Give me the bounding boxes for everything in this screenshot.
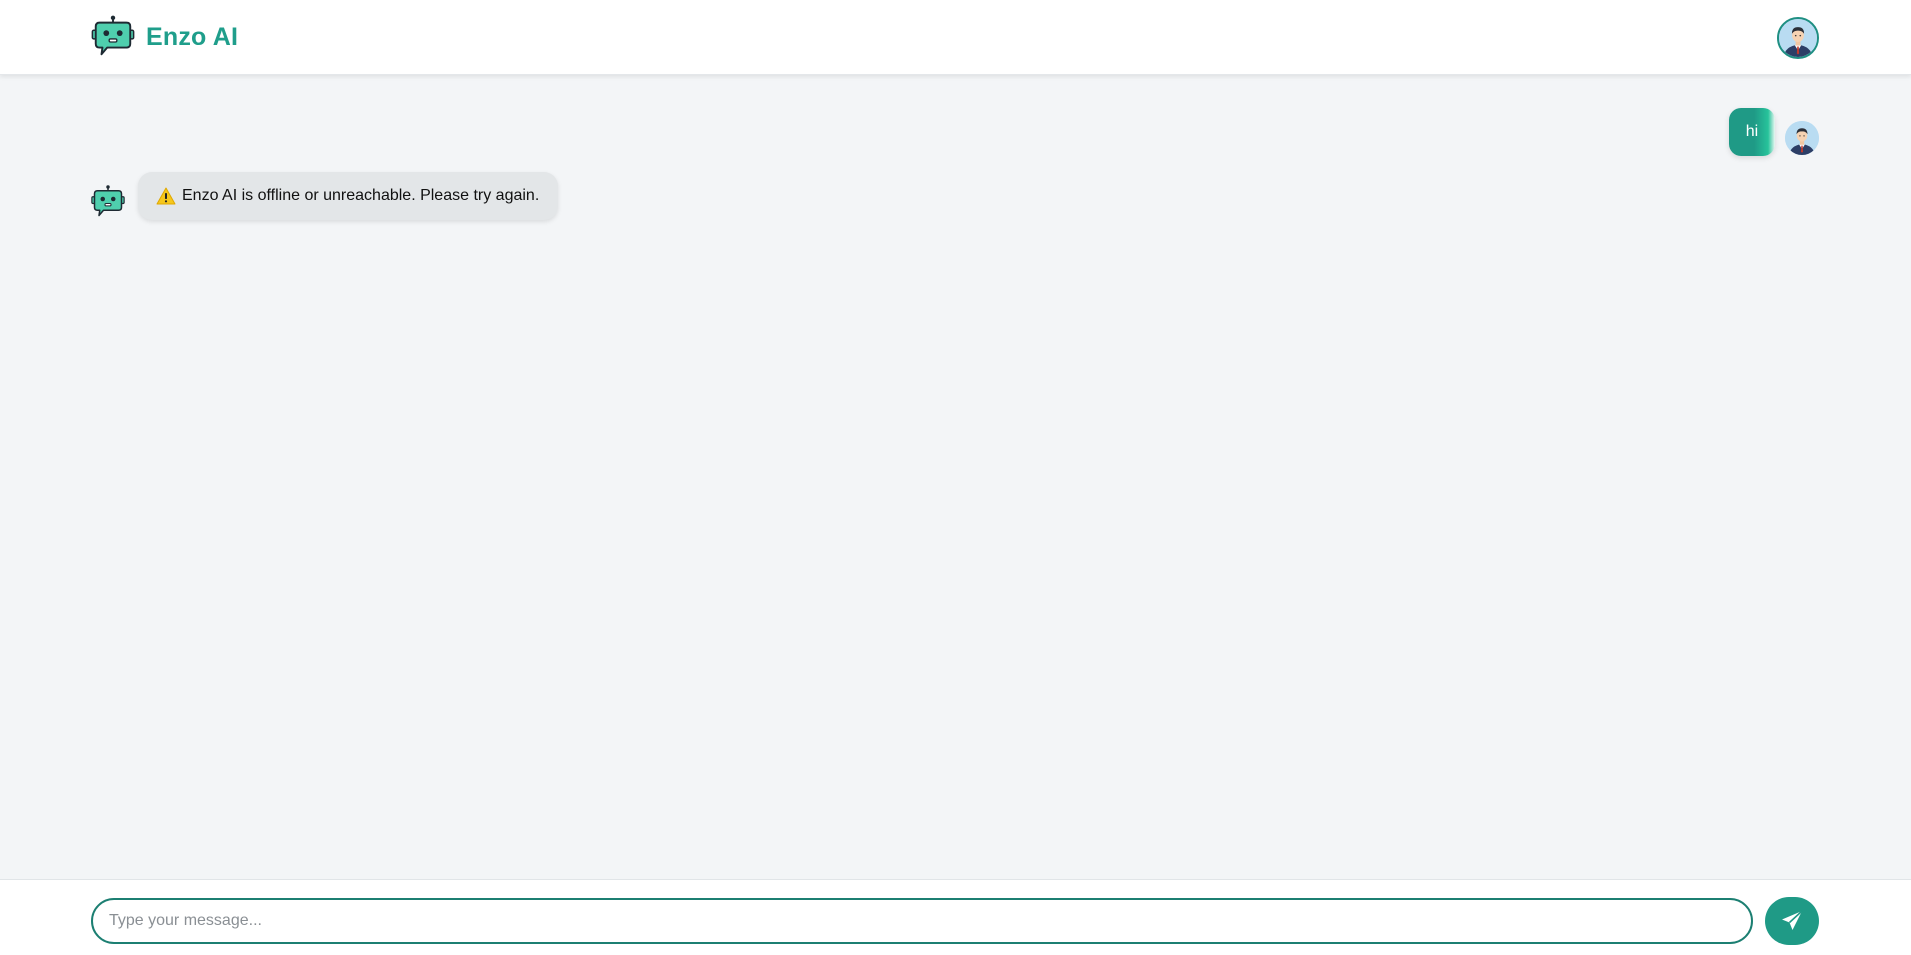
chat-messages: hi Enzo AI is offline or unreachable. Pl… [0, 75, 1911, 879]
profile-avatar-button[interactable] [1777, 17, 1819, 59]
send-icon [1782, 910, 1803, 930]
app-header: Enzo AI [0, 0, 1911, 75]
user-avatar-icon [1779, 19, 1817, 57]
robot-icon [90, 184, 126, 220]
warning-icon [156, 187, 176, 205]
bot-message-bubble: Enzo AI is offline or unreachable. Pleas… [138, 172, 559, 220]
brand: Enzo AI [90, 14, 238, 60]
user-avatar-icon [1785, 121, 1819, 155]
robot-icon [90, 14, 136, 60]
bot-message: Enzo AI is offline or unreachable. Pleas… [90, 172, 559, 220]
send-button[interactable] [1765, 897, 1819, 945]
app-title: Enzo AI [146, 22, 239, 51]
user-message: hi [1729, 108, 1819, 156]
user-message-bubble: hi [1729, 108, 1775, 156]
bot-message-text: Enzo AI is offline or unreachable. Pleas… [182, 187, 540, 204]
user-avatar [1785, 121, 1819, 155]
composer-bar [0, 879, 1911, 955]
message-input[interactable] [91, 898, 1753, 944]
